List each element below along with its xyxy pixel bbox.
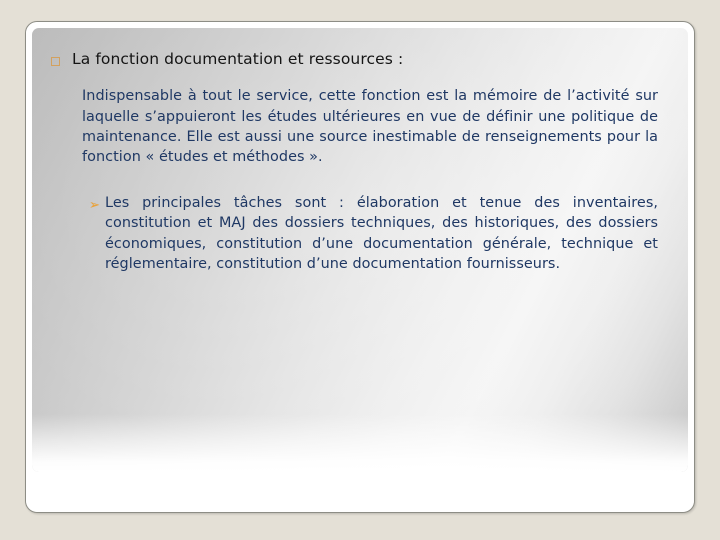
heading-row: La fonction documentation et ressources … xyxy=(32,28,688,69)
panel-bottom-fade xyxy=(32,414,688,472)
paragraph-text: Indispensable à tout le service, cette f… xyxy=(82,88,658,165)
sub-item-text: Les principales tâches sont : élaboratio… xyxy=(105,195,658,272)
hollow-square-bullet-icon xyxy=(51,57,60,66)
slide-inner-frame: La fonction documentation et ressources … xyxy=(26,22,694,512)
heading-text: La fonction documentation et ressources … xyxy=(72,50,404,68)
slide-bottom-strip xyxy=(32,472,688,508)
sub-item-block: ➢ Les principales tâches sont : élaborat… xyxy=(32,193,688,274)
slide-frame: La fonction documentation et ressources … xyxy=(25,21,695,513)
slide-content-panel: La fonction documentation et ressources … xyxy=(32,28,688,472)
slide-body: La fonction documentation et ressources … xyxy=(32,28,688,274)
arrow-head-bullet-icon: ➢ xyxy=(89,198,100,214)
paragraph-block: Indispensable à tout le service, cette f… xyxy=(32,86,688,167)
